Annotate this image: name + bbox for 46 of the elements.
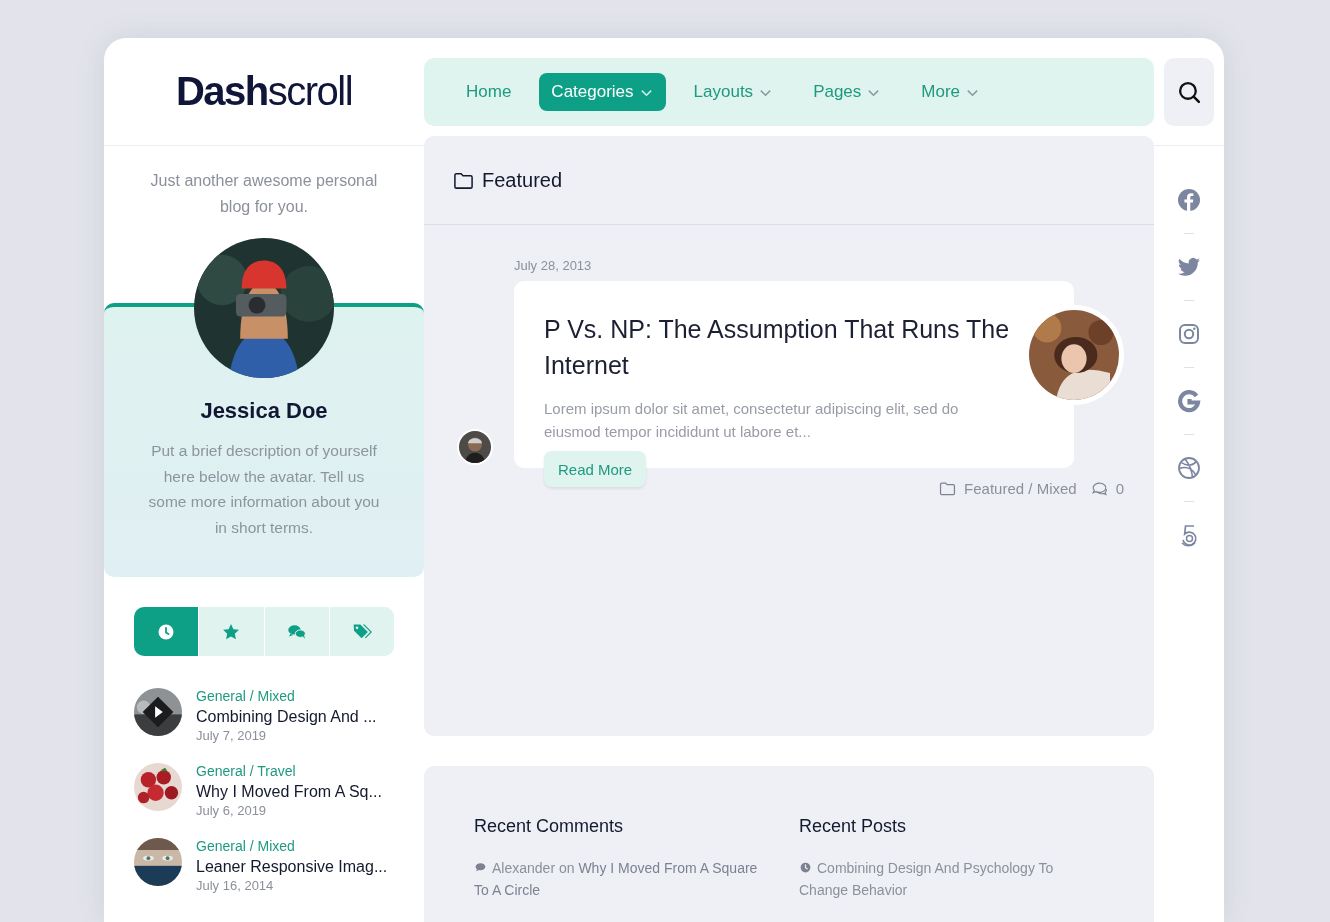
category-link[interactable]: Featured / Mixed xyxy=(964,480,1077,497)
post-link[interactable]: Leaner Responsive Imag... xyxy=(196,855,388,878)
search-button[interactable] xyxy=(1164,58,1214,126)
clock-icon xyxy=(799,861,812,874)
profile-bio: Put a brief description of yourself here below the avatar. Tell us some more information about you in short terms. xyxy=(147,441,381,538)
g-icon xyxy=(1177,389,1201,413)
category-link[interactable]: General / Travel xyxy=(196,763,296,780)
comment-count[interactable]: 0 xyxy=(1115,480,1124,497)
nav-item[interactable]: Pages xyxy=(801,73,894,111)
social-link[interactable] xyxy=(1177,456,1201,480)
camera-icon xyxy=(1177,322,1201,346)
social-link[interactable] xyxy=(1177,389,1201,413)
nav-item[interactable]: More xyxy=(909,73,993,111)
social-link[interactable] xyxy=(1177,255,1201,279)
social-link[interactable] xyxy=(1177,188,1201,212)
site-tagline: Just another awesome personal blog for you. xyxy=(149,171,379,217)
nav-item[interactable]: Layouts xyxy=(681,73,786,111)
tab[interactable] xyxy=(134,607,200,656)
comment-text: Alexander on Why I Moved From A Square To A Circle xyxy=(474,859,759,900)
post-date: July 28, 2013 xyxy=(514,258,593,273)
bird-icon xyxy=(1177,255,1201,279)
post-title[interactable]: P Vs. NP: The Assumption That Runs The Internet xyxy=(544,311,1014,383)
widget-title: Recent Comments xyxy=(474,816,625,837)
facebook-icon xyxy=(1177,188,1201,212)
post-date: July 6, 2019 xyxy=(196,803,267,819)
search-icon xyxy=(1176,79,1202,105)
archive-title: Featured xyxy=(482,168,563,192)
post-link[interactable]: Combining Design And ... xyxy=(196,705,377,728)
read-more-button[interactable]: Read More xyxy=(544,451,647,487)
social-link[interactable] xyxy=(1177,322,1201,346)
nav-item[interactable]: Categories xyxy=(539,73,666,111)
profile-name: Jessica Doe xyxy=(199,398,329,424)
folder-icon xyxy=(939,480,957,497)
chat-bubbles-icon xyxy=(1090,480,1108,497)
nav-item[interactable]: Home xyxy=(454,73,524,111)
post-date: July 7, 2019 xyxy=(196,728,267,744)
site-logo[interactable]: Dashscroll xyxy=(175,69,353,114)
speech-bubble-icon xyxy=(474,861,487,874)
post-date: July 16, 2014 xyxy=(196,878,274,894)
post-link[interactable]: Why I Moved From A Sq... xyxy=(196,780,382,803)
post-link[interactable]: Combining Design And Psychology To Change Behavior xyxy=(799,857,1094,901)
post-excerpt: Lorem ipsum dolor sit amet, consectetur adipiscing elit, sed do eiusmod tempor incididunt ut labore et... xyxy=(544,399,960,442)
widget-title: Recent Posts xyxy=(799,816,908,837)
ball-icon xyxy=(1177,456,1201,480)
category-link[interactable]: General / Mixed xyxy=(196,838,295,855)
category-link[interactable]: General / Mixed xyxy=(196,688,295,705)
